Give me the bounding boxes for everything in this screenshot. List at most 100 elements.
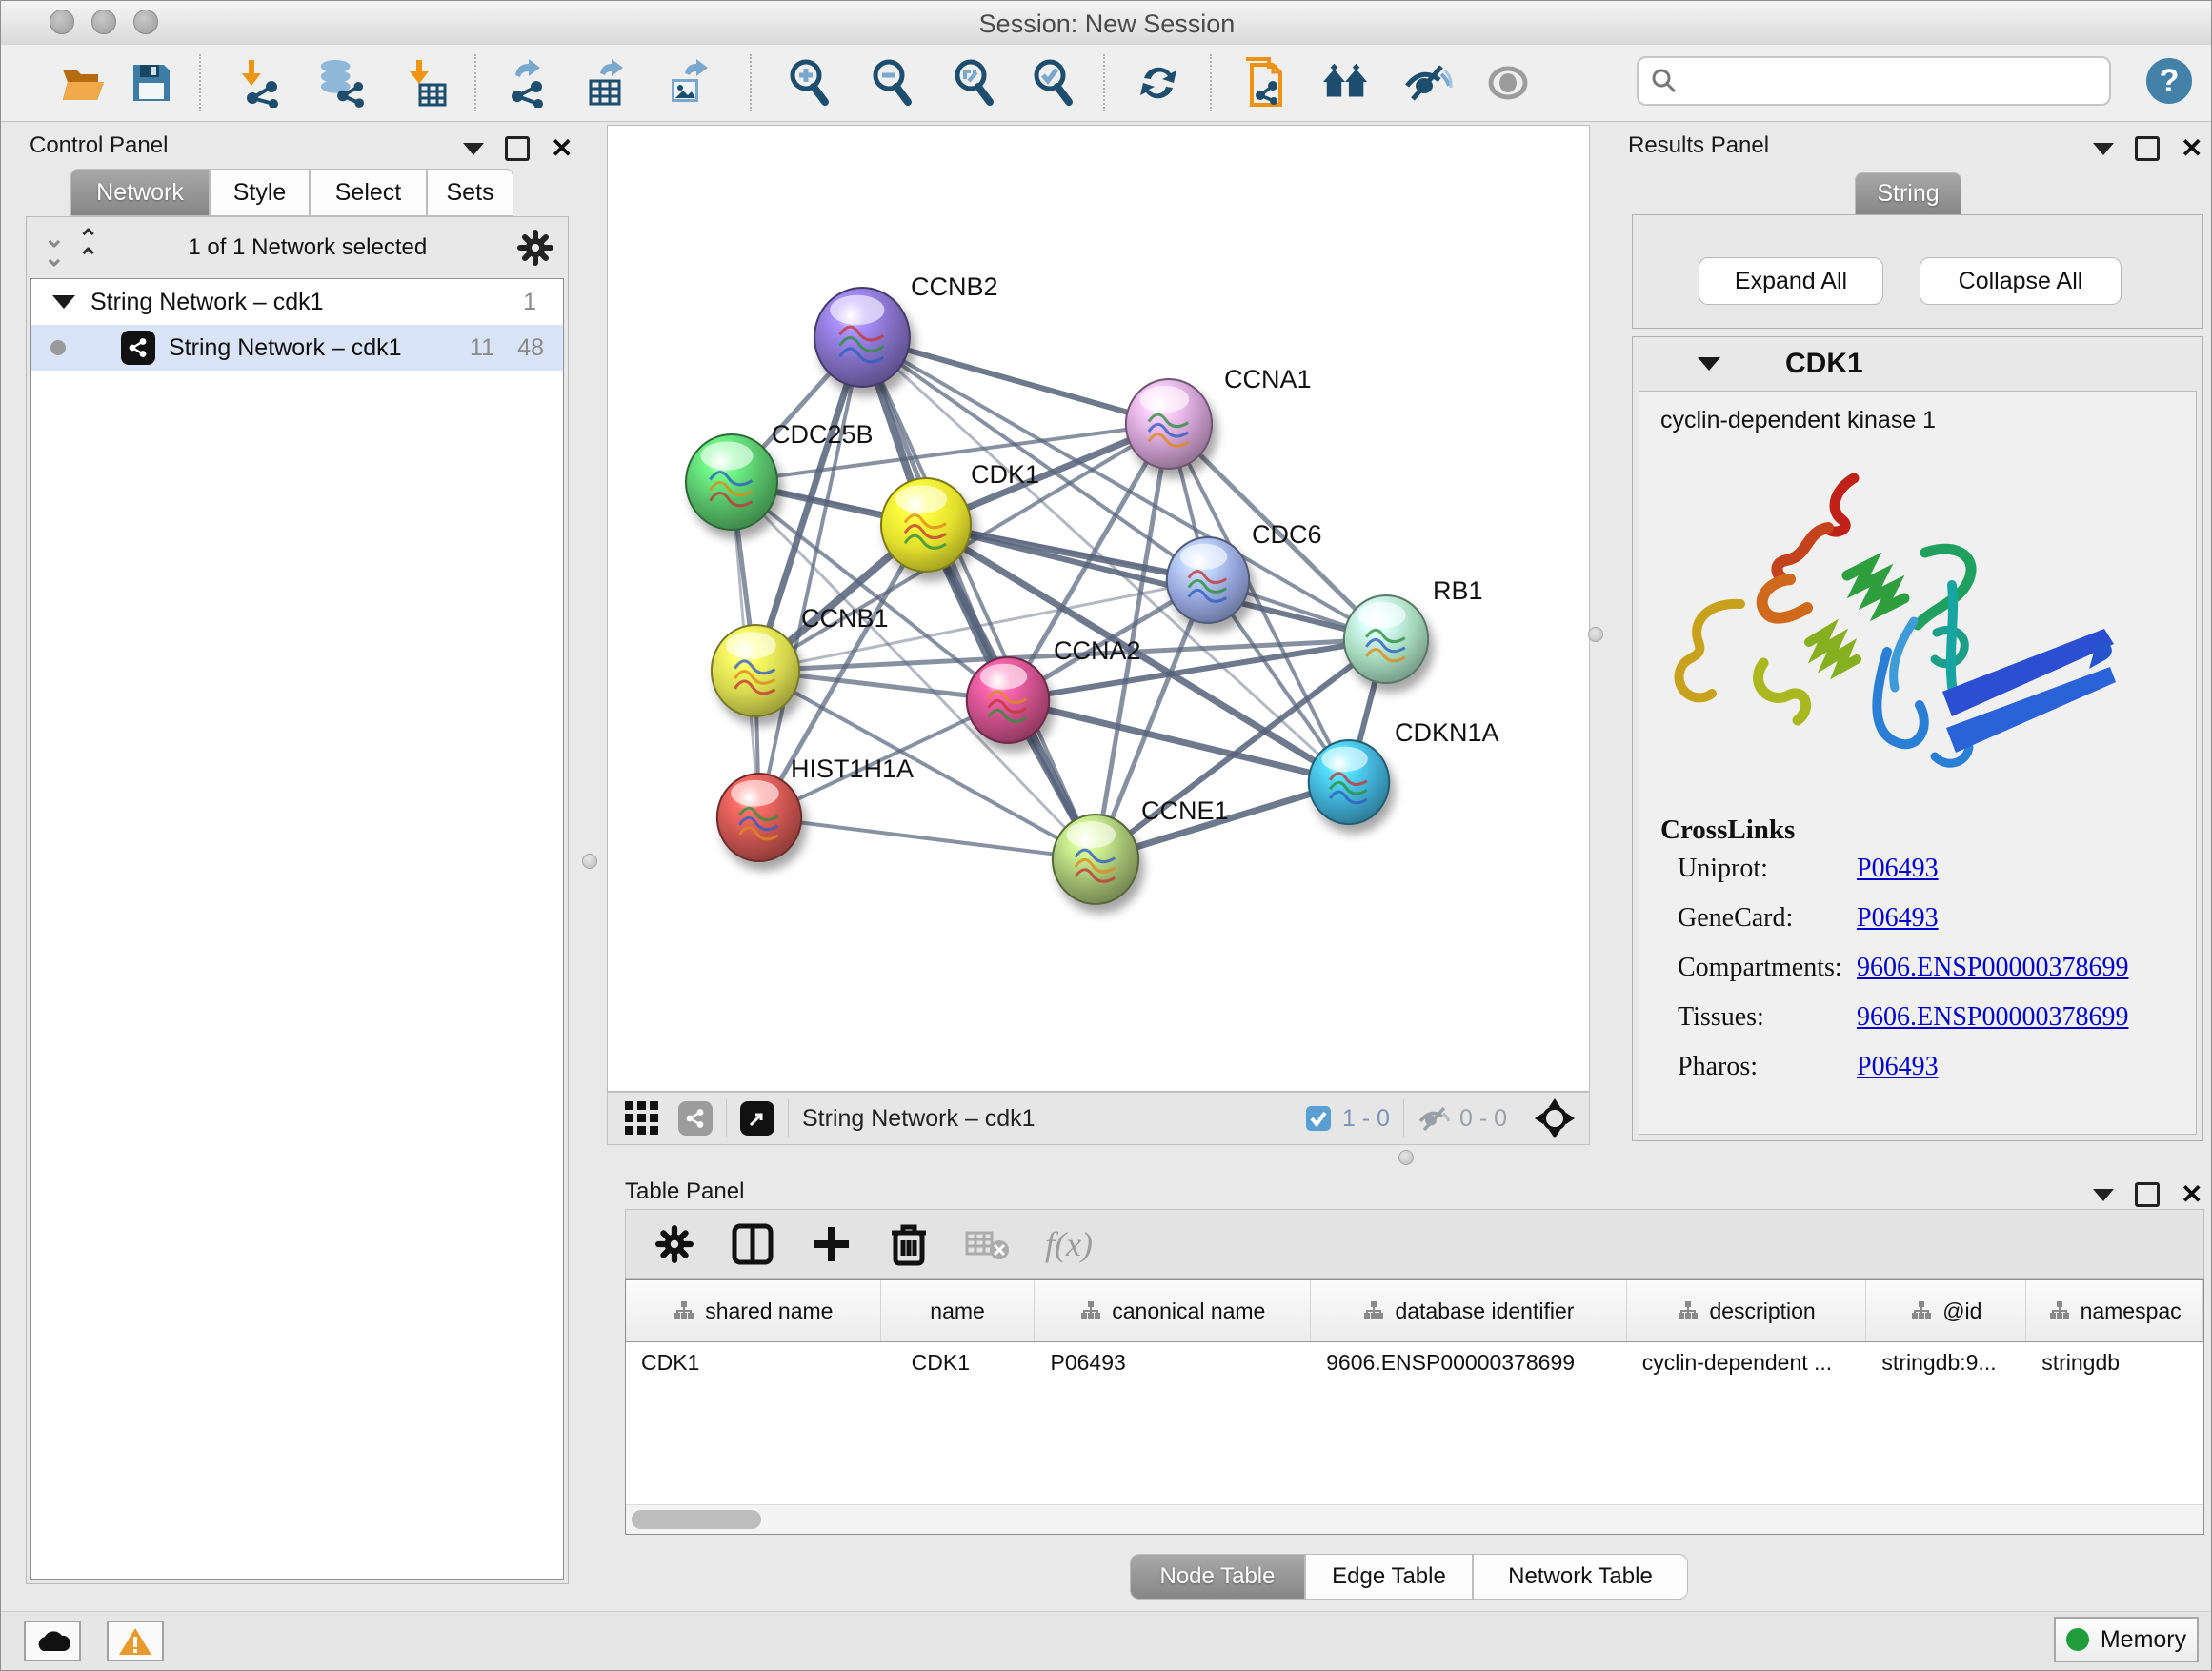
column-header-description[interactable]: description	[1627, 1280, 1867, 1341]
network-node-CCNB2[interactable]	[814, 288, 910, 387]
crosslink-link[interactable]: P06493	[1857, 1052, 1939, 1082]
network-collection-row[interactable]: String Network – cdk1 1	[31, 279, 563, 325]
help-button[interactable]: ?	[2146, 58, 2192, 104]
horizontal-splitter-handle[interactable]	[1398, 1150, 1414, 1165]
table-cell[interactable]: CDK1	[626, 1350, 881, 1376]
column-header-shared-name[interactable]: shared name	[626, 1280, 881, 1341]
import-table-icon[interactable]	[401, 58, 451, 108]
warnings-button[interactable]	[107, 1621, 164, 1661]
crosslink-link[interactable]: 9606.ENSP00000378699	[1857, 953, 2128, 983]
expand-all-button[interactable]: Expand All	[1699, 257, 1883, 305]
zoom-out-icon[interactable]	[866, 58, 915, 108]
save-session-icon[interactable]	[127, 58, 176, 108]
network-row[interactable]: String Network – cdk1 11 48	[31, 325, 563, 371]
table-cell[interactable]: cyclin-dependent ...	[1627, 1350, 1867, 1376]
column-header-name[interactable]: name	[881, 1280, 1036, 1341]
table-panel-close-icon[interactable]: ✕	[2181, 1185, 2202, 1204]
zoom-in-icon[interactable]	[783, 58, 833, 108]
crosslink-link[interactable]: 9606.ENSP00000378699	[1857, 1002, 2128, 1033]
first-neighbors-document-icon[interactable]	[1239, 58, 1289, 108]
export-table-icon[interactable]	[582, 58, 632, 108]
show-all-eye-icon[interactable]	[1483, 58, 1533, 108]
network-edge[interactable]	[759, 817, 1096, 859]
network-node-CCNA1[interactable]	[1126, 379, 1212, 469]
results-panel-close-icon[interactable]: ✕	[2181, 139, 2202, 158]
show-columns-icon[interactable]	[731, 1222, 774, 1266]
hide-selected-eye-slash-icon[interactable]	[1403, 58, 1453, 108]
results-panel-float-icon[interactable]	[2135, 136, 2160, 161]
network-node-CCNA2[interactable]	[967, 657, 1049, 743]
network-view-mode-icon[interactable]	[678, 1101, 713, 1136]
crosslink-link[interactable]: P06493	[1857, 854, 1939, 884]
search-input[interactable]	[1686, 67, 2098, 95]
import-network-icon[interactable]	[234, 58, 284, 108]
network-node-RB1[interactable]	[1344, 595, 1428, 683]
zoom-fit-icon[interactable]	[948, 58, 997, 108]
column-header--id[interactable]: @id	[1866, 1280, 2026, 1341]
right-splitter-handle[interactable]	[1588, 627, 1603, 642]
collapse-all-button[interactable]: Collapse All	[1920, 257, 2122, 305]
export-network-icon[interactable]	[503, 58, 553, 108]
memory-button[interactable]: Memory	[2054, 1617, 2199, 1662]
grid-view-icon[interactable]	[623, 1099, 661, 1137]
cloud-status-button[interactable]	[24, 1621, 81, 1661]
tab-string-results[interactable]: String	[1855, 172, 1961, 215]
control-panel-menu-icon[interactable]	[463, 143, 484, 155]
scrollbar-thumb[interactable]	[632, 1510, 761, 1529]
table-cell[interactable]: P06493	[1036, 1350, 1312, 1376]
expand-all-chevron-icon[interactable]: ⌃⌃	[78, 229, 99, 267]
entry-collapse-icon[interactable]	[1698, 357, 1720, 371]
collapse-all-chevron-icon[interactable]: ⌄⌄	[44, 229, 65, 267]
left-splitter-handle[interactable]	[582, 854, 597, 869]
birdseye-navigator-icon[interactable]	[1534, 1097, 1576, 1139]
network-edge[interactable]	[759, 337, 862, 817]
network-view-canvas[interactable]: CCNB2CCNA1CDC25BCDK1CDC6RB1CCNB1CCNA2CDK…	[607, 125, 1590, 1092]
node-label-CCNA2: CCNA2	[1054, 636, 1141, 665]
network-node-CDC6[interactable]	[1167, 537, 1249, 623]
column-header-database-identifier[interactable]: database identifier	[1311, 1280, 1627, 1341]
tab-node-table[interactable]: Node Table	[1130, 1554, 1305, 1600]
table-options-gear-icon[interactable]	[654, 1224, 694, 1264]
network-edge[interactable]	[1008, 700, 1349, 782]
network-node-CDKN1A[interactable]	[1309, 740, 1389, 824]
export-image-icon[interactable]	[663, 58, 713, 108]
results-panel-menu-icon[interactable]	[2093, 143, 2114, 155]
zoom-selected-icon[interactable]	[1027, 58, 1076, 108]
network-options-gear-icon[interactable]	[516, 229, 554, 267]
table-panel-menu-icon[interactable]	[2093, 1189, 2114, 1201]
network-node-CDC25B[interactable]	[686, 434, 777, 530]
tab-edge-table[interactable]: Edge Table	[1305, 1554, 1473, 1600]
tree-expander-icon[interactable]	[52, 295, 75, 309]
detach-view-icon[interactable]	[740, 1101, 774, 1136]
tab-sets[interactable]: Sets	[427, 169, 513, 216]
tab-network-table[interactable]: Network Table	[1473, 1554, 1688, 1600]
control-panel-close-icon[interactable]: ✕	[551, 139, 573, 158]
table-cell[interactable]: 9606.ENSP00000378699	[1311, 1350, 1627, 1376]
column-header-namespac[interactable]: namespac	[2026, 1280, 2203, 1341]
refresh-layout-icon[interactable]	[1134, 58, 1183, 108]
tab-network[interactable]: Network	[70, 169, 210, 216]
network-node-CDK1[interactable]	[881, 478, 971, 572]
tab-style[interactable]: Style	[210, 169, 310, 216]
network-node-CCNB1[interactable]	[712, 625, 799, 716]
function-builder-button[interactable]: f(x)	[1045, 1224, 1093, 1264]
column-header-canonical-name[interactable]: canonical name	[1035, 1280, 1311, 1341]
table-panel-float-icon[interactable]	[2135, 1182, 2160, 1207]
delete-column-trash-icon[interactable]	[889, 1221, 929, 1267]
home-neighborhood-icon[interactable]	[1321, 58, 1371, 108]
network-node-HIST1H1A[interactable]	[717, 774, 801, 861]
table-horizontal-scrollbar[interactable]	[626, 1504, 2203, 1534]
crosslink-link[interactable]: P06493	[1857, 903, 1939, 934]
open-file-icon[interactable]	[59, 58, 109, 108]
add-column-icon[interactable]	[811, 1223, 853, 1265]
table-cell[interactable]: stringdb	[2026, 1350, 2203, 1376]
network-node-CCNE1[interactable]	[1053, 815, 1138, 904]
table-row[interactable]: CDK1CDK1P064939606.ENSP00000378699cyclin…	[626, 1341, 2203, 1383]
control-panel-float-icon[interactable]	[505, 136, 530, 161]
table-cell[interactable]: CDK1	[881, 1350, 1036, 1376]
table-cell[interactable]: stringdb:9...	[1866, 1350, 2026, 1376]
selected-checkbox-icon[interactable]	[1304, 1104, 1333, 1133]
import-network-from-database-icon[interactable]	[315, 58, 365, 108]
network-graph[interactable]: CCNB2CCNA1CDC25BCDK1CDC6RB1CCNB1CCNA2CDK…	[608, 126, 1589, 1091]
tab-select[interactable]: Select	[310, 169, 427, 216]
